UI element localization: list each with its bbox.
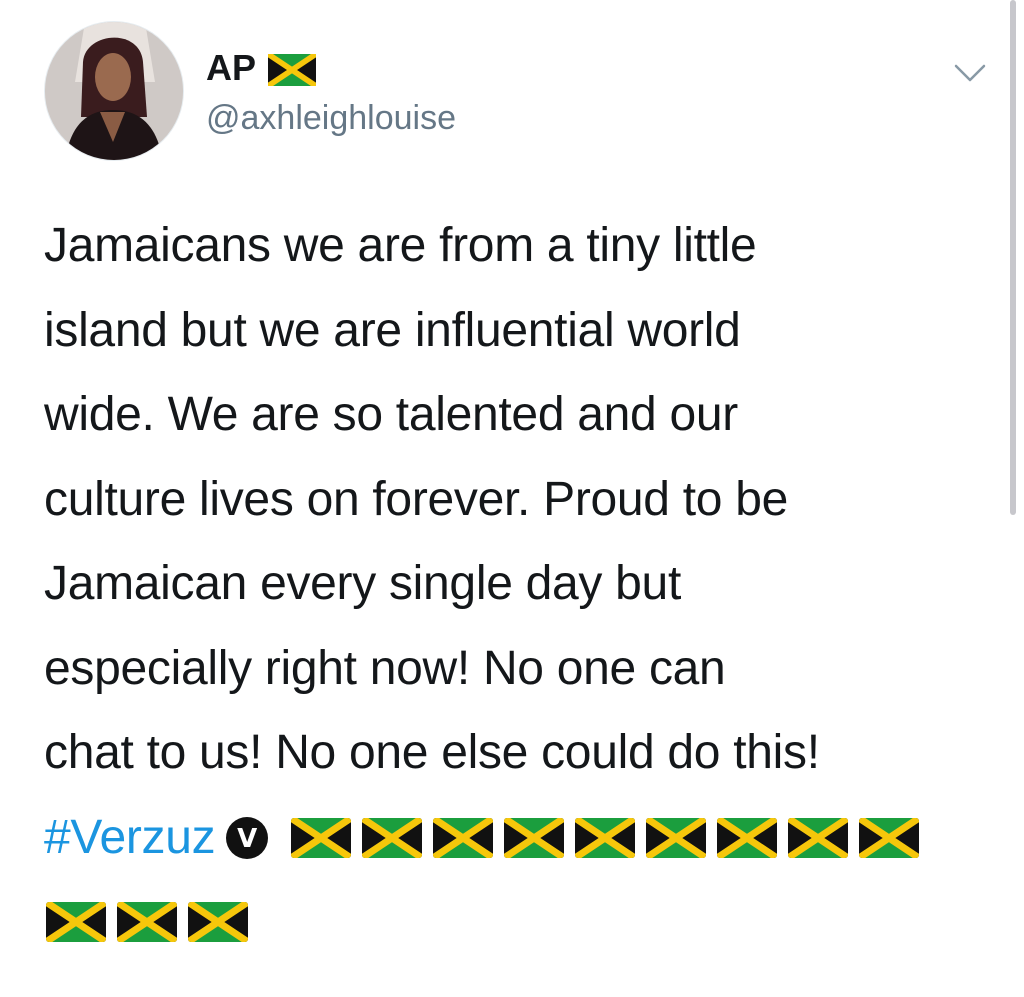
verzuz-badge-icon: V	[225, 816, 269, 860]
scrollbar[interactable]	[1010, 0, 1016, 515]
flags-row-2	[44, 880, 1004, 965]
jamaica-flag-icon	[788, 817, 849, 858]
hashtag-line: #Verzuz V	[44, 796, 1004, 881]
jamaica-flag-icon	[188, 902, 248, 943]
jamaica-flag-icon	[433, 817, 494, 858]
tweet-text-line: island but we are influential world	[44, 303, 741, 357]
tweet-text-line: chat to us! No one else could do this!	[44, 726, 820, 779]
flags-row-1	[291, 817, 930, 858]
tweet-text: Jamaicans we are from a tiny little isla…	[44, 204, 1004, 965]
tweet-text-line: Jamaican every single day but	[44, 557, 681, 610]
chevron-down-icon[interactable]	[950, 58, 990, 86]
tweet-text-line: culture lives on forever. Proud to be	[44, 472, 788, 526]
display-name-row[interactable]: AP	[206, 46, 318, 90]
jamaica-flag-icon	[291, 817, 352, 858]
jamaica-flag-icon	[859, 817, 920, 858]
tweet-text-line: especially right now! No one can	[44, 641, 726, 695]
jamaica-flag-icon	[117, 902, 177, 943]
display-name[interactable]: AP	[206, 46, 256, 90]
jamaica-flag-icon	[46, 902, 106, 943]
jamaica-flag-icon	[504, 817, 565, 858]
jamaica-flag-icon	[575, 817, 636, 858]
avatar-image	[45, 22, 183, 160]
tweet-text-line: Jamaicans we are from a tiny little	[44, 219, 757, 272]
tweet-text-line: wide. We are so talented and our	[44, 388, 738, 441]
user-handle[interactable]: @axhleighlouise	[206, 96, 456, 140]
jamaica-flag-icon	[717, 817, 778, 858]
avatar[interactable]	[44, 21, 184, 161]
jamaica-flag-icon	[646, 817, 707, 858]
hashtag-verzuz-link[interactable]: #Verzuz	[44, 796, 216, 881]
verzuz-badge-letter: V	[237, 824, 257, 854]
tweet-card: AP @axhleighlouise Jamaicans we are from…	[0, 0, 1024, 997]
jamaica-flag-icon	[362, 817, 423, 858]
jamaica-flag-icon	[266, 51, 318, 89]
